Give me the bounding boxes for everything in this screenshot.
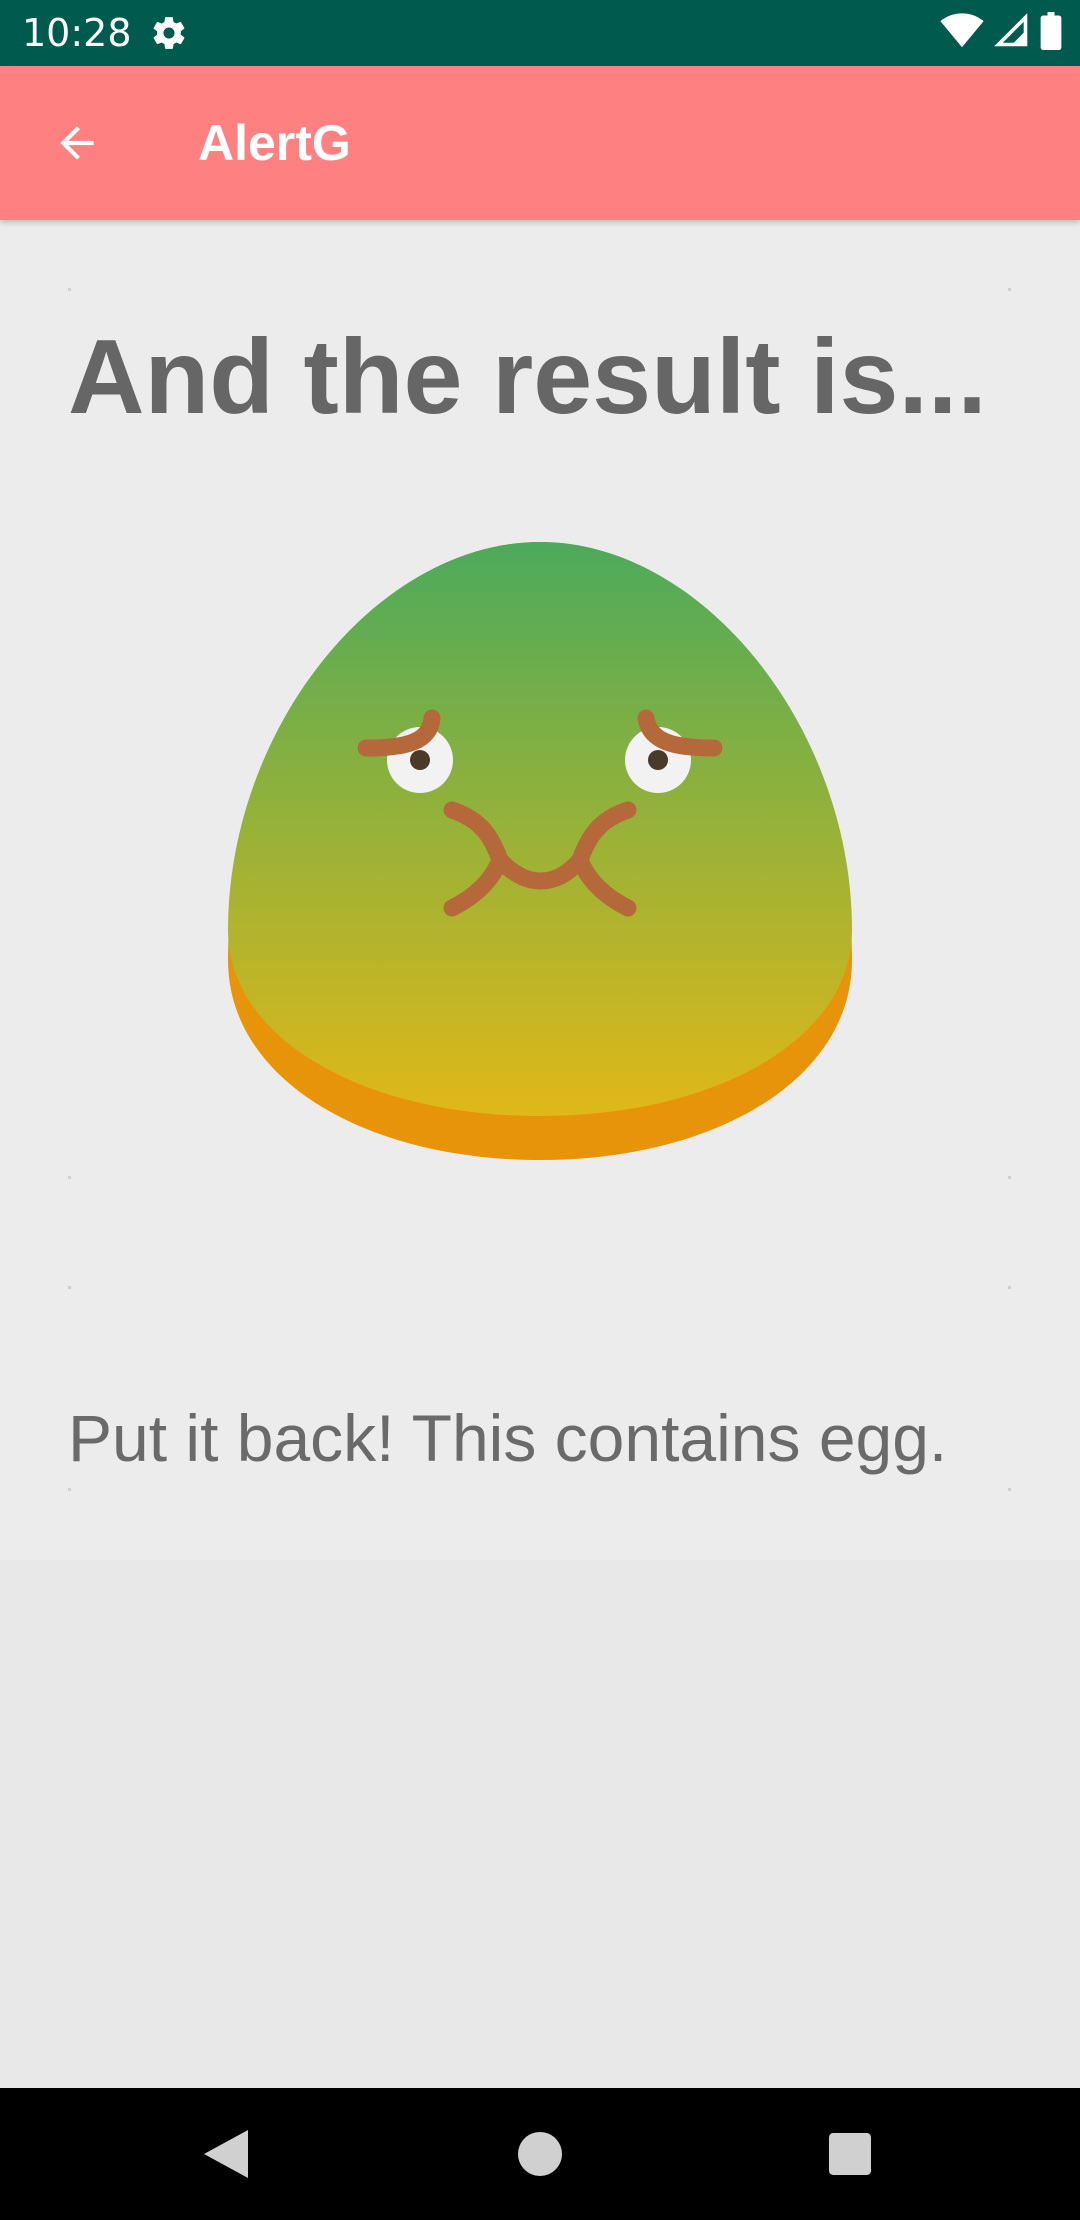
- divider-dot: [68, 1176, 71, 1179]
- status-time: 10:28: [22, 11, 132, 55]
- result-headline: And the result is...: [68, 318, 987, 436]
- wifi-icon: [940, 12, 984, 54]
- divider-dot: [1008, 1176, 1011, 1179]
- back-triangle-icon: [204, 2130, 248, 2178]
- sick-face-blob-icon: [228, 542, 852, 1160]
- settings-gear-icon: [150, 14, 188, 52]
- divider-dot: [1008, 1488, 1011, 1491]
- navigation-bar: [0, 2088, 1080, 2220]
- status-icons: [940, 11, 1062, 55]
- nav-home-button[interactable]: [500, 2114, 580, 2194]
- screen: 10:28 AlertG And the result is... Put it…: [0, 0, 1080, 2220]
- app-bar: AlertG: [0, 66, 1080, 220]
- result-message: Put it back! This contains egg.: [68, 1401, 948, 1475]
- battery-icon: [1040, 11, 1062, 55]
- back-button[interactable]: [40, 106, 114, 180]
- divider-dot: [1008, 1286, 1011, 1289]
- nav-back-button[interactable]: [186, 2114, 266, 2194]
- nav-recents-button[interactable]: [810, 2114, 890, 2194]
- recents-square-icon: [829, 2133, 871, 2175]
- app-title: AlertG: [198, 115, 351, 171]
- home-circle-icon: [518, 2132, 562, 2176]
- divider-dot: [68, 1488, 71, 1491]
- cellular-signal-icon: [994, 12, 1030, 54]
- divider-dot: [68, 288, 71, 291]
- divider-dot: [1008, 288, 1011, 291]
- result-card: And the result is... Put it back! This c…: [0, 220, 1080, 1560]
- divider-dot: [68, 1286, 71, 1289]
- arrow-back-icon: [60, 126, 94, 160]
- status-bar: 10:28: [0, 0, 1080, 66]
